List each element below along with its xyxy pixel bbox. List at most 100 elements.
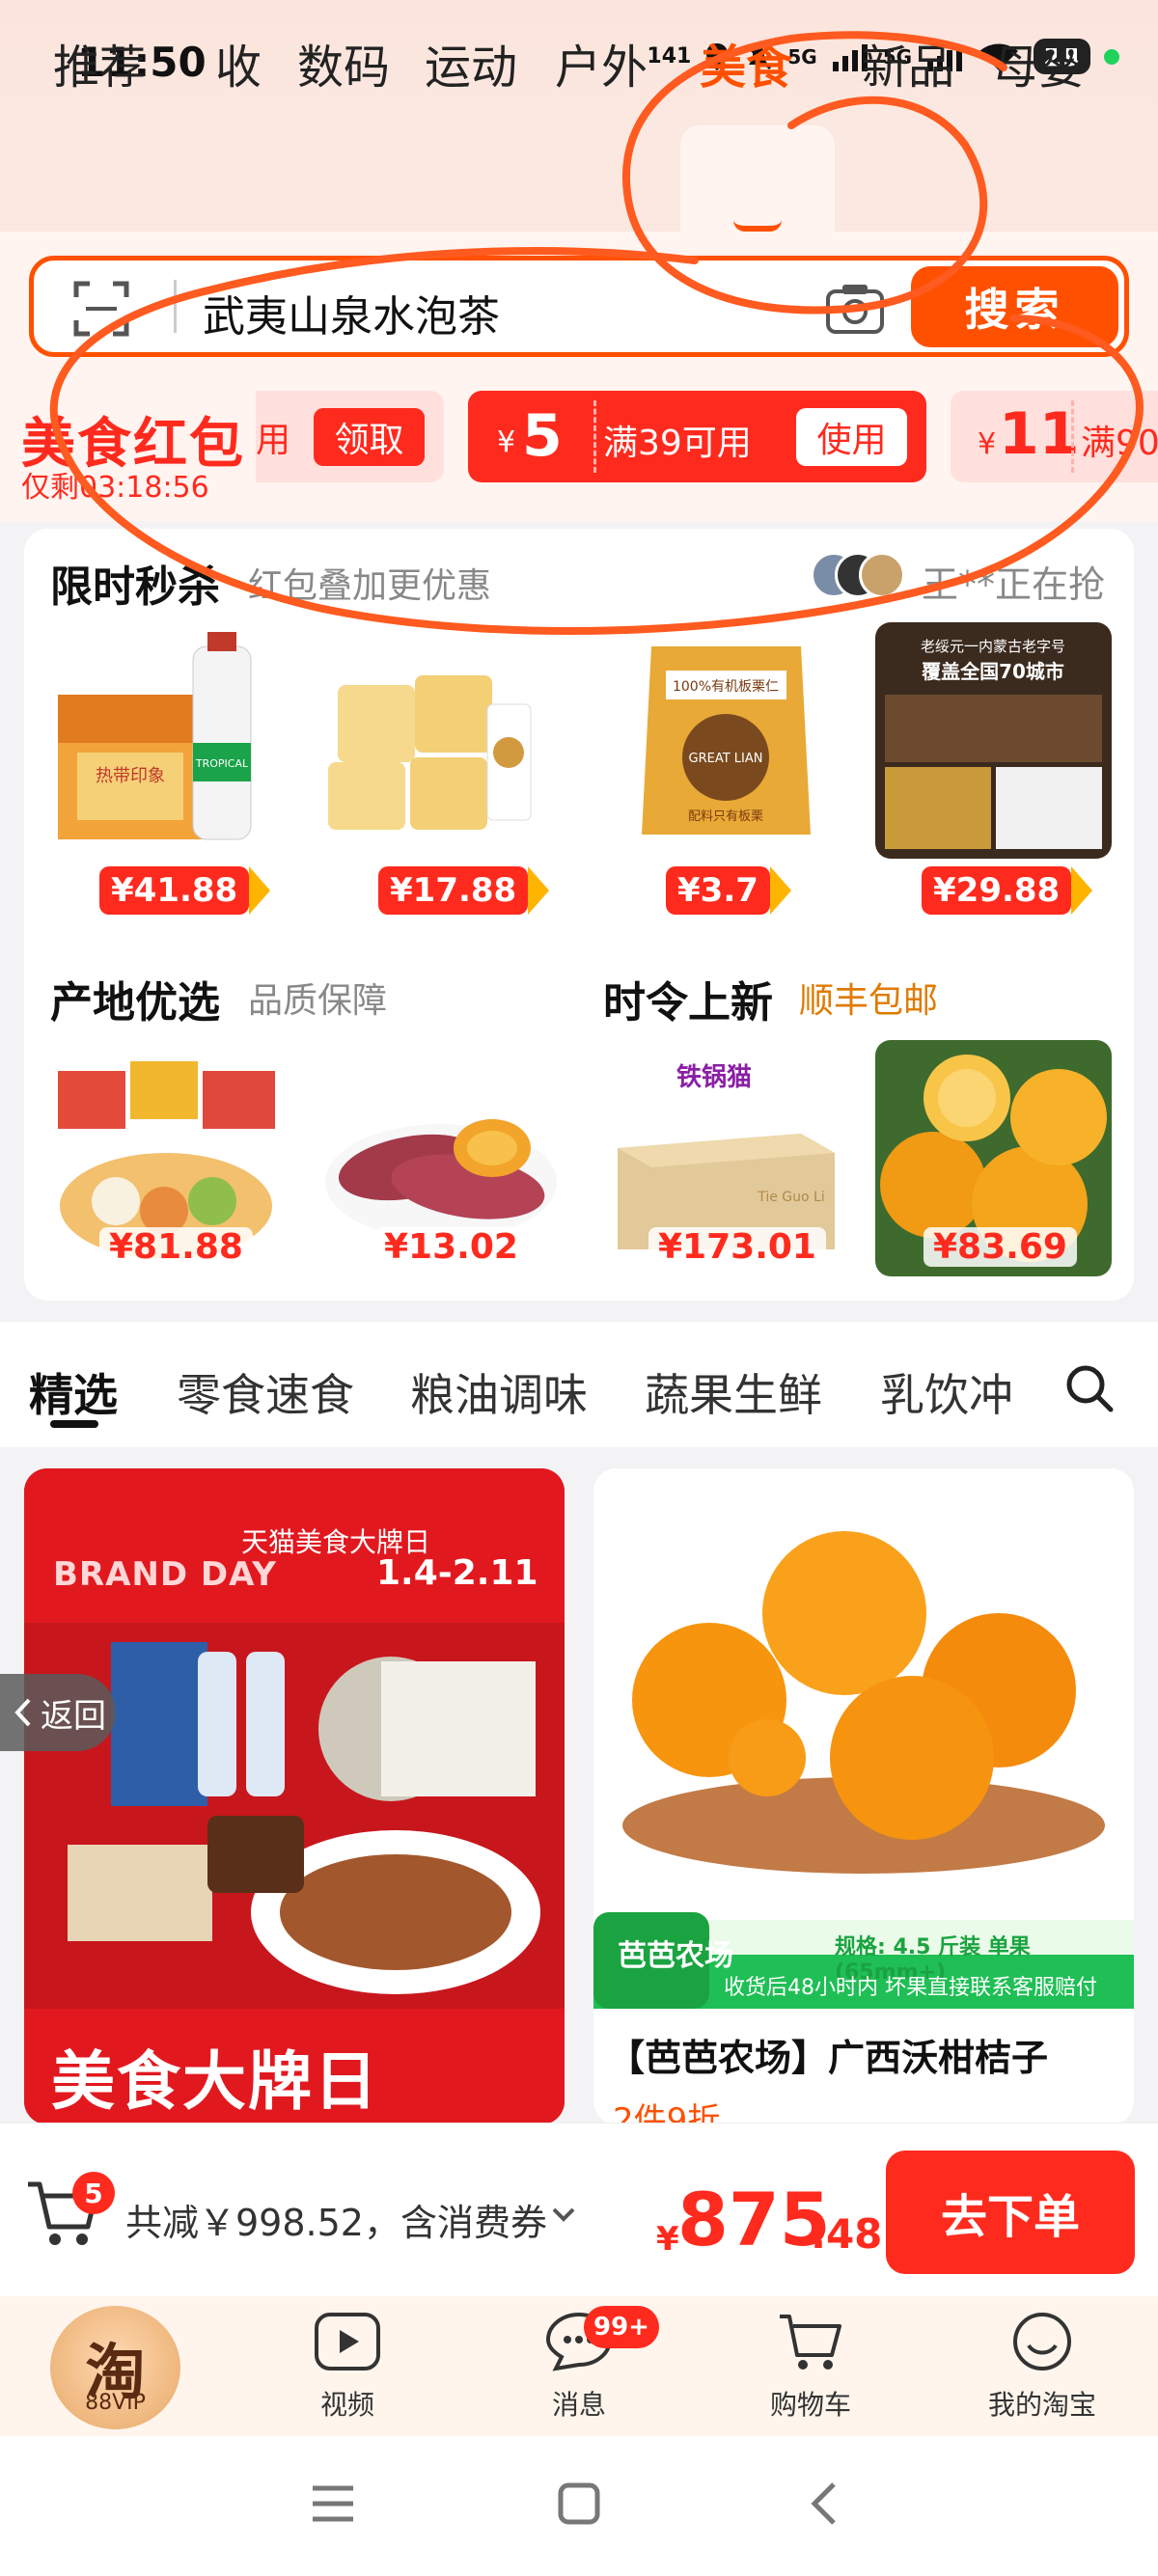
brand-day-date: 1.4-2.11 bbox=[376, 1553, 538, 1593]
smile-icon bbox=[1013, 2313, 1071, 2370]
tab-food-underline bbox=[733, 220, 782, 232]
brand-products-image bbox=[24, 1623, 565, 2009]
feed-tab-produce[interactable]: 蔬果生鲜 bbox=[645, 1360, 822, 1424]
product-image-drink[interactable]: 热带印象 TROPICAL bbox=[48, 627, 275, 854]
nav-video[interactable]: 视频 bbox=[270, 2311, 425, 2423]
chestnut-text: 100%有机板栗仁 bbox=[673, 679, 779, 695]
privacy-dot bbox=[1104, 48, 1119, 65]
seasonal-price-1: ¥173.01 bbox=[648, 1227, 826, 1267]
discount-text[interactable]: 共减￥998.52，含消费券 bbox=[125, 2193, 547, 2246]
search-bar[interactable]: 武夷山泉水泡茶 搜索 bbox=[29, 256, 1129, 357]
flash-price-1: ¥41.88 bbox=[99, 866, 271, 915]
nav-cart[interactable]: 购物车 bbox=[733, 2311, 888, 2423]
tab-new[interactable]: 新品 bbox=[862, 29, 954, 96]
nav-home-vip: 88VIP bbox=[85, 2391, 146, 2415]
farm-name-badge: 芭芭农场 bbox=[618, 1939, 733, 1973]
scan-icon[interactable] bbox=[72, 280, 130, 338]
video-icon bbox=[315, 2313, 380, 2370]
home-icon[interactable] bbox=[558, 2482, 600, 2525]
feed-tab-dairy[interactable]: 乳饮冲 bbox=[880, 1360, 1013, 1424]
flash-price-3: ¥3.7 bbox=[666, 866, 791, 915]
origin-price-1: ¥81.88 bbox=[99, 1227, 253, 1267]
product-image-chestnut[interactable]: 100%有机板栗仁 GREAT LIAN 配料只有板栗 bbox=[613, 627, 840, 854]
coupon-claim-card[interactable]: 用 领取 bbox=[256, 391, 444, 482]
origin-title: 产地优选 bbox=[50, 978, 220, 1028]
camera-icon[interactable] bbox=[825, 282, 885, 336]
restaurant-text: 老绥元一内蒙古老字号 bbox=[921, 638, 1065, 655]
avatar bbox=[859, 552, 905, 598]
nav-messages-label: 消息 bbox=[551, 2389, 606, 2421]
nav-cart-label: 购物车 bbox=[769, 2389, 851, 2421]
feed-tab-grain-oil[interactable]: 粮油调味 bbox=[410, 1360, 588, 1424]
nav-home[interactable]: 淘 88VIP bbox=[50, 2306, 180, 2429]
coupon-claim-part: 用 bbox=[256, 421, 291, 460]
farm-note: 收货后48小时内 坏果直接联系客服赔付 bbox=[724, 1976, 1097, 2000]
system-nav-bar bbox=[0, 2436, 1158, 2576]
checkout-bar: 5 共减￥998.52，含消费券 ¥ 875 .48 去下单 bbox=[0, 2123, 1158, 2296]
tab-food[interactable]: 美食 bbox=[700, 29, 792, 96]
grabbing-text: 王**正在抢 bbox=[922, 563, 1106, 606]
coupon2-amount: 11 bbox=[999, 400, 1080, 468]
tab-digital[interactable]: 数码 bbox=[297, 29, 390, 96]
total-yen: ¥ bbox=[656, 2220, 679, 2259]
coupon-card-5[interactable]: ¥ 5 满39可用 使用 bbox=[468, 391, 926, 482]
coupon-amount: 5 bbox=[522, 402, 563, 470]
restaurant-image: 老绥元一内蒙古老字号 覆盖全国70城市 bbox=[875, 622, 1112, 859]
place-order-button[interactable]: 去下单 bbox=[886, 2151, 1135, 2274]
restaurant-text-2: 覆盖全国70城市 bbox=[921, 660, 1064, 683]
net-speed: 141 bbox=[647, 44, 692, 69]
feed-tab-snacks[interactable]: 零食速食 bbox=[177, 1360, 354, 1424]
search-icon[interactable] bbox=[1064, 1363, 1115, 1413]
origin-price-2: ¥13.02 bbox=[374, 1227, 528, 1267]
search-input[interactable]: 武夷山泉水泡茶 bbox=[203, 282, 500, 343]
tropical-text: TROPICAL bbox=[195, 757, 249, 770]
buyer-avatars bbox=[811, 552, 907, 600]
bottom-nav: 淘 88VIP 视频 消息 99+ 购物车 我的淘宝 bbox=[0, 2296, 1158, 2436]
nav-me[interactable]: 我的淘宝 bbox=[965, 2311, 1119, 2423]
coupon-separator bbox=[593, 400, 596, 473]
product-image-cheese[interactable] bbox=[318, 627, 545, 854]
tab-outdoor[interactable]: 户外 bbox=[555, 29, 648, 96]
cart-nav-icon bbox=[780, 2315, 841, 2370]
tab-collect[interactable]: 收 bbox=[215, 29, 262, 96]
brand-day-card[interactable]: 天猫美食大牌日 BRAND DAY 1.4-2.11 美食大牌日 bbox=[24, 1468, 565, 2124]
coupon-card-11[interactable]: ¥ 11 满90 bbox=[951, 391, 1158, 482]
crab-brand-text: 铁锅猫 bbox=[676, 1062, 752, 1092]
chevron-down-icon[interactable] bbox=[550, 2206, 577, 2225]
product-image-restaurant[interactable]: 老绥元一内蒙古老字号 覆盖全国70城市 bbox=[875, 622, 1112, 859]
search-divider bbox=[174, 280, 177, 333]
back-label: 返回 bbox=[41, 1696, 106, 1736]
chestnut-foot-text: 配料只有板栗 bbox=[688, 809, 763, 824]
flash-sale-title: 限时秒杀 bbox=[50, 562, 220, 612]
chestnut-brand-text: GREAT LIAN bbox=[689, 752, 763, 766]
menu-icon[interactable] bbox=[311, 2484, 355, 2523]
coupon2-separator bbox=[1071, 400, 1074, 473]
search-button[interactable]: 搜索 bbox=[911, 266, 1118, 347]
use-button[interactable]: 使用 bbox=[796, 408, 907, 466]
feed-tab-underline bbox=[50, 1420, 98, 1428]
tab-sports[interactable]: 运动 bbox=[425, 29, 517, 96]
back-nav-icon[interactable] bbox=[809, 2480, 838, 2527]
tab-recommend[interactable]: 推荐 bbox=[53, 29, 146, 96]
flash-sale-subtitle: 红包叠加更优惠 bbox=[248, 566, 492, 606]
crab-box-text: Tie Guo Li bbox=[757, 1190, 825, 1205]
tangerine-image bbox=[593, 1468, 1134, 1922]
flash-price-4: ¥29.88 bbox=[922, 866, 1093, 915]
cart-count-badge: 5 bbox=[72, 2172, 115, 2214]
back-button[interactable]: 返回 bbox=[0, 1674, 116, 1751]
coupon2-condition: 满90 bbox=[1081, 424, 1158, 463]
orange-product-card[interactable]: 芭芭农场 规格: 4.5 斤装 单果(65mm+) 收货后48小时内 坏果直接联… bbox=[593, 1468, 1134, 2124]
brand-day-title: 美食大牌日 bbox=[51, 2044, 379, 2119]
coupon-yen: ¥ bbox=[497, 425, 516, 459]
product-title[interactable]: 【芭芭农场】广西沃柑桔子 bbox=[608, 2028, 1048, 2081]
brand-day-label: BRAND DAY bbox=[53, 1555, 277, 1594]
cheese-image bbox=[328, 675, 532, 830]
total-decimal: .48 bbox=[811, 2210, 883, 2258]
chevron-left-icon bbox=[14, 1698, 31, 1727]
feed-tab-featured[interactable]: 精选 bbox=[29, 1360, 118, 1424]
origin-subtitle: 品质保障 bbox=[248, 981, 388, 1021]
tab-baby[interactable]: 母婴 bbox=[992, 29, 1085, 96]
claim-button[interactable]: 领取 bbox=[314, 408, 425, 466]
elephant-brand-text: 热带印象 bbox=[96, 766, 165, 786]
brand-day-title-bar: 美食大牌日 bbox=[24, 2009, 565, 2124]
